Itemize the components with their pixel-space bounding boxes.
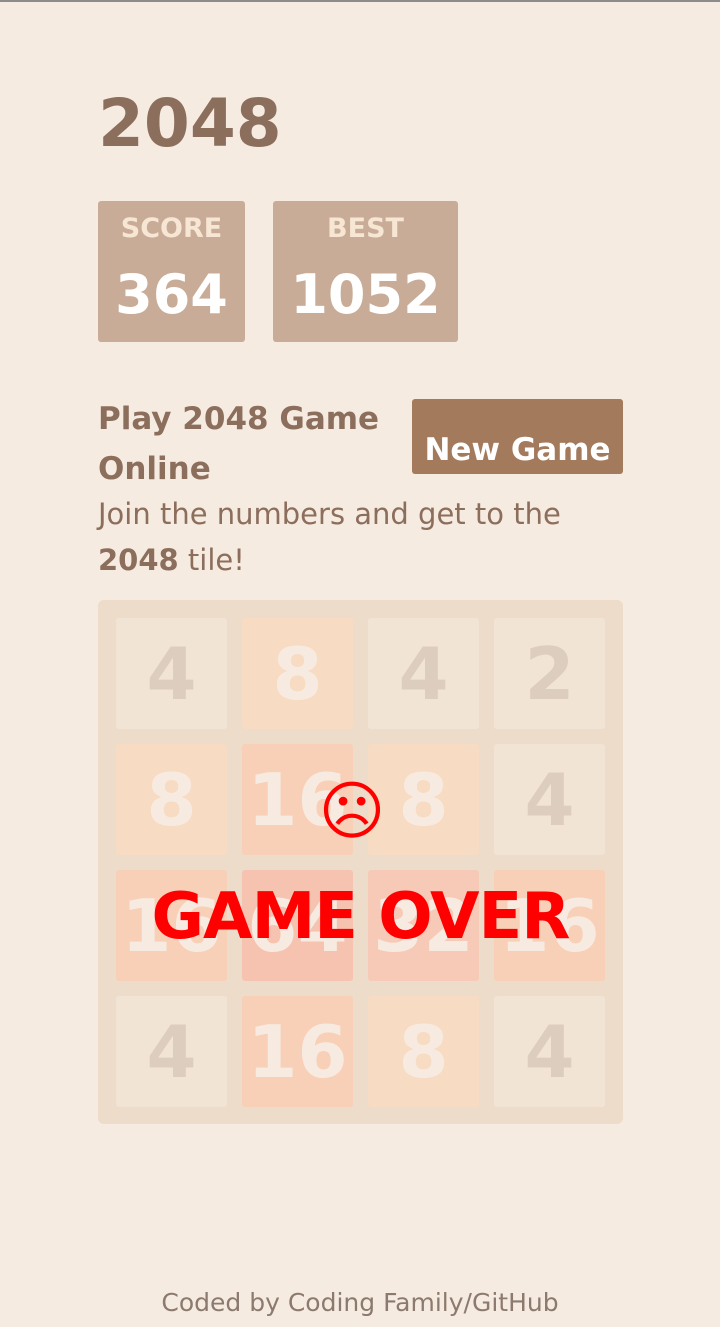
intro-text: Join the numbers and get to the 2048 til… bbox=[98, 491, 598, 583]
best-label: BEST bbox=[327, 213, 404, 244]
tile-r1-c3: 4 bbox=[368, 618, 479, 729]
tile-r4-c1: 4 bbox=[116, 996, 227, 1107]
tile-r1-c2: 8 bbox=[242, 618, 353, 729]
game-board[interactable]: 4 8 4 2 8 16 8 4 16 64 32 16 4 16 8 4 bbox=[98, 600, 623, 1124]
tile-r2-c4: 4 bbox=[494, 744, 605, 855]
tile-r1-c4: 2 bbox=[494, 618, 605, 729]
tile-r4-c3: 8 bbox=[368, 996, 479, 1107]
intro-text-before: Join the numbers and get to the bbox=[98, 497, 561, 531]
score-label: SCORE bbox=[120, 213, 223, 244]
tile-r4-c2: 16 bbox=[242, 996, 353, 1107]
intro-text-after: tile! bbox=[178, 543, 245, 577]
tile-r2-c1: 8 bbox=[116, 744, 227, 855]
score-value: 364 bbox=[115, 263, 228, 326]
best-value: 1052 bbox=[290, 263, 441, 326]
intro-heading: Play 2048 Game Online bbox=[98, 401, 380, 487]
footer-credit: Coded by Coding Family/GitHub bbox=[161, 1288, 559, 1317]
new-game-button[interactable]: New Game bbox=[412, 399, 623, 474]
sad-face-icon: ☹ bbox=[318, 775, 386, 849]
intro-text-bold: 2048 bbox=[98, 543, 179, 577]
score-box: SCORE 364 bbox=[98, 201, 245, 342]
best-score-box: BEST 1052 bbox=[273, 201, 458, 342]
game-over-message: GAME OVER bbox=[151, 880, 571, 954]
tile-r1-c1: 4 bbox=[116, 618, 227, 729]
game-title: 2048 bbox=[98, 85, 282, 162]
tile-r4-c4: 4 bbox=[494, 996, 605, 1107]
